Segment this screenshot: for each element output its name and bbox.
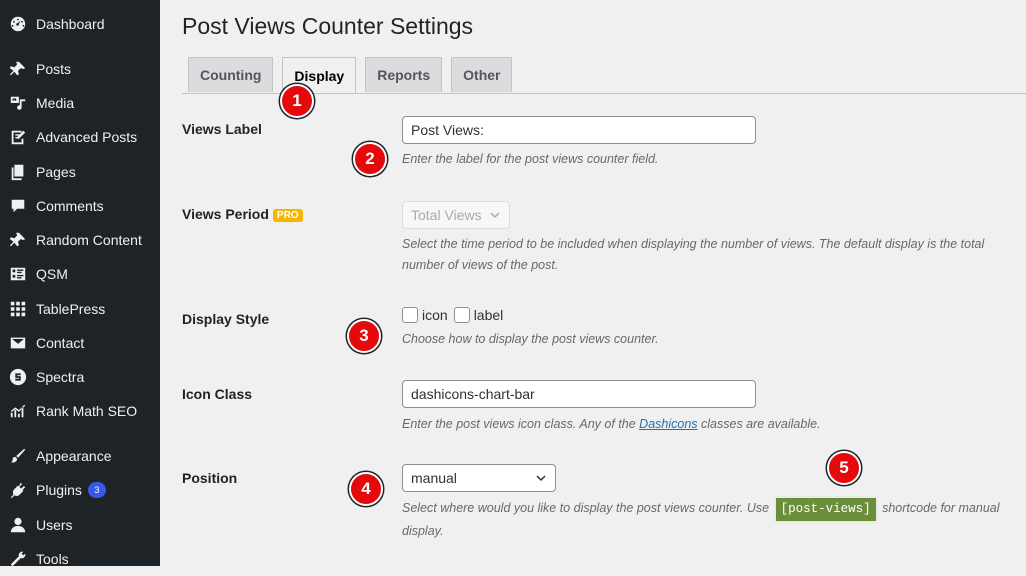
sidebar-item-label: Dashboard	[36, 16, 105, 32]
sidebar-item-label: Posts	[36, 61, 72, 77]
sidebar-item-appearance[interactable]: Appearance	[0, 439, 160, 473]
settings-tabs: Counting Display Reports Other	[188, 57, 521, 93]
sidebar-item-plugins[interactable]: Plugins 3	[0, 473, 160, 507]
chevron-down-icon	[536, 475, 546, 482]
position-desc-before: Select where would you like to display t…	[402, 501, 770, 515]
icon-class-description: Enter the post views icon class. Any of …	[402, 414, 821, 435]
label-checkbox-label: label	[473, 307, 504, 323]
annotation-marker-5: 5	[827, 451, 861, 485]
list-icon	[8, 264, 28, 284]
sidebar-item-label: Pages	[36, 164, 76, 180]
dashboard-icon	[8, 14, 28, 34]
sidebar-item-label: Contact	[36, 335, 85, 351]
sidebar-item-label: Media	[36, 95, 75, 111]
sidebar-item-label: TablePress	[36, 301, 106, 317]
position-value: manual	[411, 470, 457, 486]
sidebar-item-label: Plugins	[36, 482, 82, 498]
sidebar-item-label: QSM	[36, 266, 68, 282]
tab-reports[interactable]: Reports	[365, 57, 443, 92]
icon-class-field-wrap	[402, 380, 756, 408]
views-period-label: Views Period	[182, 206, 269, 222]
sidebar-item-tools[interactable]: Tools	[0, 542, 160, 576]
display-style-description: Choose how to display the post views cou…	[402, 332, 659, 346]
chart-icon	[8, 401, 28, 421]
pro-badge: PRO	[272, 209, 303, 222]
dashicons-link[interactable]: Dashicons	[639, 417, 697, 431]
position-select[interactable]: manual	[402, 464, 556, 492]
sidebar-item-label: Random Content	[36, 232, 142, 248]
annotation-marker-1: 1	[280, 84, 314, 118]
sidebar-item-contact[interactable]: Contact	[0, 326, 160, 360]
annotation-marker-4: 4	[349, 472, 383, 506]
position-heading: Position	[182, 470, 238, 486]
label-checkbox[interactable]	[453, 307, 470, 323]
views-period-select: Total Views	[402, 201, 510, 229]
sidebar-item-dashboard[interactable]: Dashboard	[0, 7, 160, 41]
plugins-update-badge: 3	[87, 482, 106, 498]
sidebar-item-random-content[interactable]: Random Content	[0, 223, 160, 257]
sidebar-item-rank-math-seo[interactable]: Rank Math SEO	[0, 394, 160, 428]
sidebar-item-media[interactable]: Media	[0, 86, 160, 120]
views-label-input[interactable]	[402, 116, 756, 144]
views-period-description: Select the time period to be included wh…	[402, 237, 985, 272]
sidebar-item-comments[interactable]: Comments	[0, 189, 160, 223]
views-label-description: Enter the label for the post views count…	[402, 152, 659, 166]
sidebar-item-label: Spectra	[36, 369, 85, 385]
sidebar-item-label: Users	[36, 517, 73, 533]
icon-class-desc-before: Enter the post views icon class. Any of …	[402, 417, 636, 431]
annotation-marker-2: 2	[353, 142, 387, 176]
edit-page-icon	[8, 127, 28, 147]
display-style-heading: Display Style	[182, 311, 270, 327]
sidebar-item-spectra[interactable]: Spectra	[0, 360, 160, 394]
pin-icon	[8, 230, 28, 250]
views-period-value: Total Views	[411, 207, 482, 223]
icon-class-desc-after: classes are available.	[701, 417, 821, 431]
spectra-icon	[8, 367, 28, 387]
icon-checkbox[interactable]	[402, 307, 418, 323]
shortcode-tag: [post-views]	[773, 496, 878, 523]
media-icon	[8, 93, 28, 113]
sidebar-item-users[interactable]: Users	[0, 508, 160, 542]
sidebar-item-label: Comments	[36, 198, 104, 214]
brush-icon	[8, 446, 28, 466]
annotation-marker-3: 3	[347, 319, 381, 353]
sidebar-item-label: Rank Math SEO	[36, 403, 138, 419]
position-description: Select where would you like to display t…	[402, 496, 1022, 542]
chevron-down-icon	[490, 212, 500, 219]
user-icon	[8, 515, 28, 535]
views-label-field-wrap	[402, 116, 756, 144]
plug-icon	[8, 480, 28, 500]
icon-class-heading: Icon Class	[182, 386, 253, 402]
sidebar-item-posts[interactable]: Posts	[0, 52, 160, 86]
display-style-options: icon label	[402, 307, 509, 325]
comment-icon	[8, 196, 28, 216]
sidebar-item-label: Tools	[36, 551, 69, 567]
sidebar-item-qsm[interactable]: QSM	[0, 257, 160, 291]
sidebar-item-pages[interactable]: Pages	[0, 155, 160, 189]
sidebar-item-advanced-posts[interactable]: Advanced Posts	[0, 120, 160, 154]
sidebar-item-label: Appearance	[36, 448, 112, 464]
views-period-heading: Views Period PRO	[182, 206, 303, 222]
views-period-field-wrap: Total Views	[402, 201, 510, 229]
pages-icon	[8, 162, 28, 182]
settings-main: Post Views Counter Settings Counting Dis…	[160, 0, 1026, 566]
pin-icon	[8, 59, 28, 79]
views-label-heading: Views Label	[182, 121, 262, 137]
admin-sidebar: Dashboard Posts Media Advanced Posts Pag…	[0, 0, 160, 567]
tab-counting[interactable]: Counting	[188, 57, 274, 92]
page-title: Post Views Counter Settings	[182, 13, 474, 39]
sidebar-item-tablepress[interactable]: TablePress	[0, 292, 160, 326]
table-icon	[8, 299, 28, 319]
wrench-icon	[8, 549, 28, 569]
position-field-wrap: manual	[402, 464, 556, 492]
sidebar-item-label: Advanced Posts	[36, 129, 138, 145]
tab-other[interactable]: Other	[451, 57, 513, 92]
icon-checkbox-label: icon	[422, 307, 448, 323]
envelope-icon	[8, 333, 28, 353]
icon-class-input[interactable]	[402, 380, 756, 408]
